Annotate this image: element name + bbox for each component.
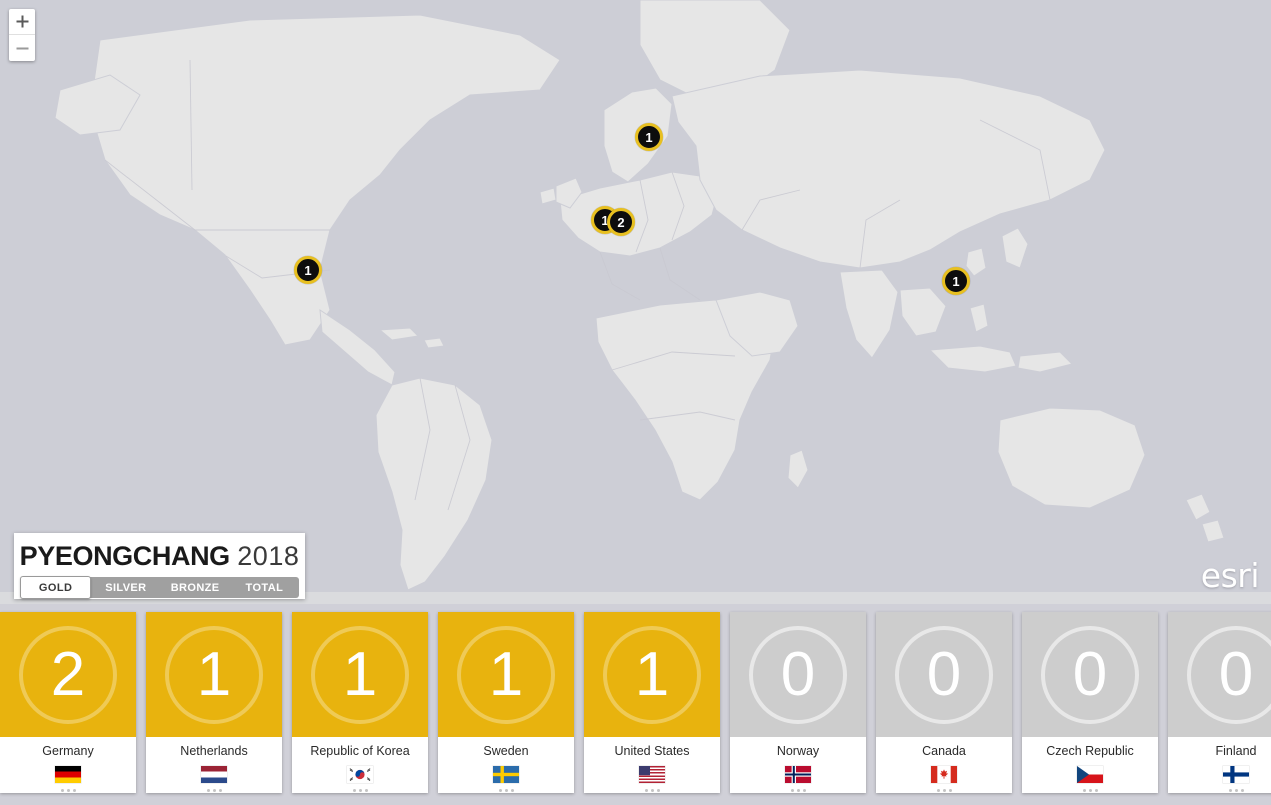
country-name: Sweden	[483, 744, 529, 758]
card-info-area: Czech Republic	[1022, 737, 1158, 793]
medal-tab-total[interactable]: TOTAL	[230, 577, 299, 598]
card-medal-area: 0	[1168, 612, 1271, 737]
zoom-out-button[interactable]	[9, 35, 35, 61]
country-name: Netherlands	[180, 744, 248, 758]
country-card[interactable]: 0 Norway	[730, 612, 866, 793]
card-more-options-icon[interactable]	[644, 789, 660, 792]
map-marker[interactable]: 1	[635, 123, 663, 151]
title-panel: PYEONGCHANG 2018 GOLD SILVER BRONZE TOTAL	[14, 533, 305, 599]
country-name: Canada	[922, 744, 966, 758]
card-medal-area: 2	[0, 612, 136, 737]
card-more-options-icon[interactable]	[352, 789, 368, 792]
medal-type-tabs[interactable]: GOLD SILVER BRONZE TOTAL	[20, 576, 299, 599]
map-marker[interactable]: 1	[942, 267, 970, 295]
map-canvas	[0, 0, 1271, 604]
country-card[interactable]: 2 Germany	[0, 612, 136, 793]
card-info-area: Canada	[876, 737, 1012, 793]
card-info-area: Republic of Korea	[292, 737, 428, 793]
minus-icon	[16, 47, 28, 49]
card-more-options-icon[interactable]	[790, 789, 806, 792]
flag-czech-republic-icon	[1077, 766, 1103, 783]
esri-logo: esri	[1200, 556, 1260, 595]
map-marker-count: 2	[617, 214, 625, 230]
country-card[interactable]: 1 Netherlands	[146, 612, 282, 793]
card-more-options-icon[interactable]	[1082, 789, 1098, 792]
map-marker-count: 1	[304, 262, 312, 278]
medal-tab-bronze[interactable]: BRONZE	[161, 577, 230, 598]
card-medal-area: 0	[876, 612, 1012, 737]
card-info-area: Finland	[1168, 737, 1271, 793]
medal-tab-gold[interactable]: GOLD	[20, 576, 92, 599]
card-info-area: Sweden	[438, 737, 574, 793]
medal-tab-silver[interactable]: SILVER	[91, 577, 160, 598]
card-medal-area: 1	[146, 612, 282, 737]
country-name: Germany	[42, 744, 94, 758]
title-year: 2018	[237, 541, 300, 571]
map-zoom-control[interactable]	[9, 9, 35, 61]
card-more-options-icon[interactable]	[498, 789, 514, 792]
card-medal-area: 1	[292, 612, 428, 737]
country-name: Republic of Korea	[310, 744, 410, 758]
map-marker-count: 1	[952, 273, 960, 289]
map-marker-count: 1	[645, 129, 653, 145]
country-card[interactable]: 0 Finland	[1168, 612, 1271, 793]
country-card[interactable]: 1 United States	[584, 612, 720, 793]
map-marker[interactable]: 2	[607, 208, 635, 236]
card-more-options-icon[interactable]	[1228, 789, 1244, 792]
card-more-options-icon[interactable]	[60, 789, 76, 792]
country-name: Czech Republic	[1046, 744, 1134, 758]
card-medal-area: 1	[438, 612, 574, 737]
map-marker[interactable]: 1	[294, 256, 322, 284]
country-card[interactable]: 1 Republic of Korea	[292, 612, 428, 793]
card-info-area: Norway	[730, 737, 866, 793]
medal-count: 0	[780, 639, 816, 709]
card-medal-area: 0	[1022, 612, 1158, 737]
medal-count: 2	[50, 639, 86, 709]
plus-icon	[16, 15, 28, 28]
medal-count: 1	[634, 639, 670, 709]
card-info-area: Germany	[0, 737, 136, 793]
medal-count: 1	[342, 639, 378, 709]
flag-norway-icon	[785, 766, 811, 783]
country-card[interactable]: 0 Canada	[876, 612, 1012, 793]
card-info-area: Netherlands	[146, 737, 282, 793]
card-info-area: United States	[584, 737, 720, 793]
flag-sweden-icon	[493, 766, 519, 783]
world-map[interactable]: 11211 esri PYEONGCHANG 2018 GOLD SILVER BR…	[0, 0, 1271, 604]
country-cards-strip: 2 Germany 1 Netherlands 1 Republic of Korea 1 S…	[0, 604, 1271, 805]
card-more-options-icon[interactable]	[936, 789, 952, 792]
country-cards-row: 2 Germany 1 Netherlands 1 Republic of Korea 1 S…	[0, 612, 1271, 793]
medal-count: 1	[488, 639, 524, 709]
page-title: PYEONGCHANG 2018	[14, 541, 305, 571]
flag-united-states-icon	[639, 766, 665, 783]
flag-germany-icon	[55, 766, 81, 783]
country-name: United States	[614, 744, 690, 758]
card-medal-area: 1	[584, 612, 720, 737]
card-medal-area: 0	[730, 612, 866, 737]
zoom-in-button[interactable]	[9, 9, 35, 35]
medal-count: 1	[196, 639, 232, 709]
title-city: PYEONGCHANG	[19, 541, 231, 571]
flag-south-korea-icon	[347, 766, 373, 783]
country-card[interactable]: 1 Sweden	[438, 612, 574, 793]
country-name: Finland	[1215, 744, 1257, 758]
country-name: Norway	[776, 744, 820, 758]
country-card[interactable]: 0 Czech Republic	[1022, 612, 1158, 793]
flag-finland-icon	[1223, 766, 1249, 783]
medal-count: 0	[926, 639, 962, 709]
medal-count: 0	[1072, 639, 1108, 709]
medal-count: 0	[1218, 639, 1254, 709]
flag-canada-icon	[931, 766, 957, 783]
card-more-options-icon[interactable]	[206, 789, 222, 792]
flag-netherlands-icon	[201, 766, 227, 783]
